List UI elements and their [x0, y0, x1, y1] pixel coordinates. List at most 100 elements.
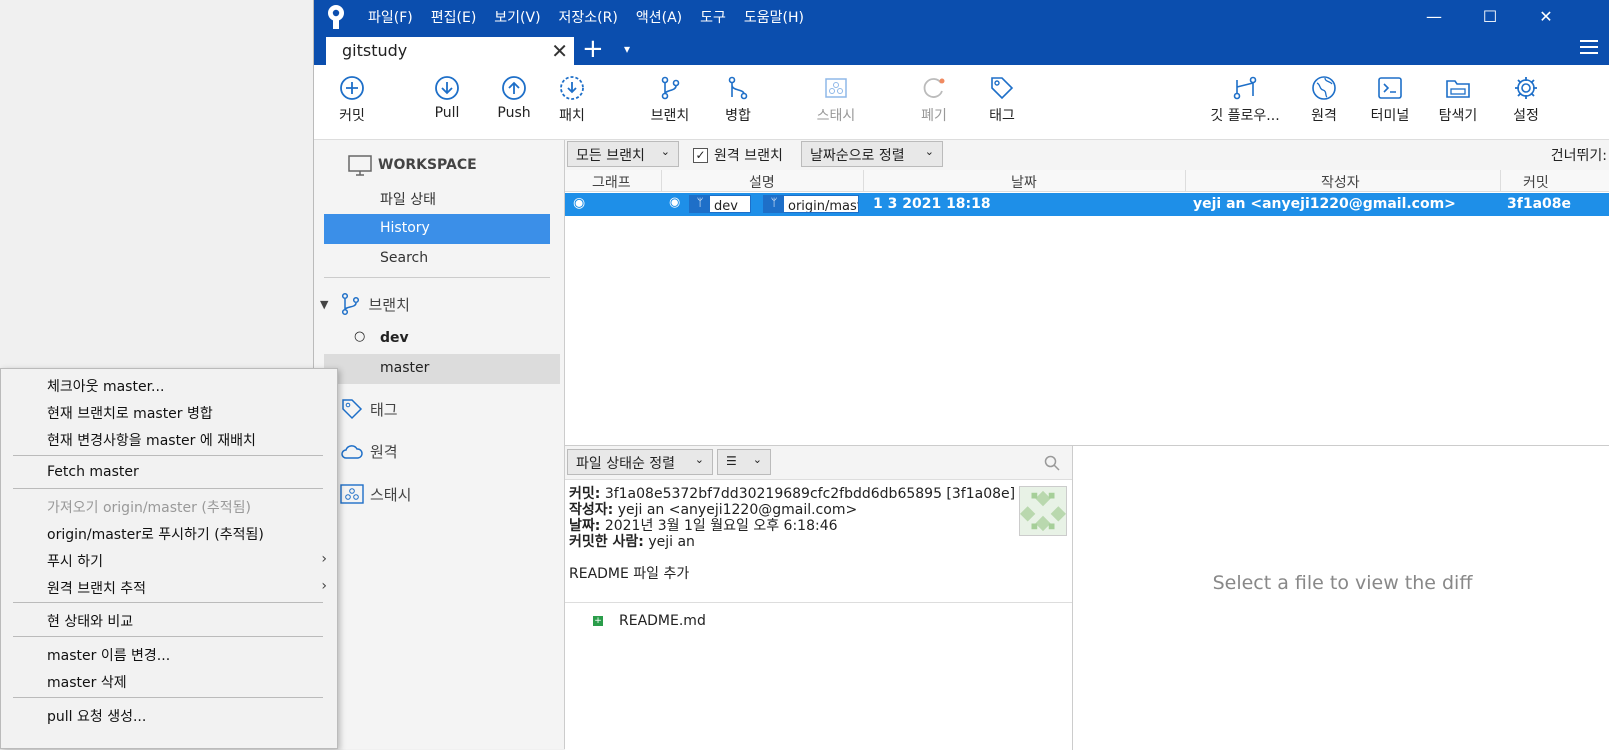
chevron-down-icon: ⌄: [752, 453, 762, 466]
branch-item-master[interactable]: master: [324, 354, 560, 384]
menu-separator: [13, 488, 323, 489]
diff-placeholder: Select a file to view the diff: [1212, 572, 1473, 594]
remote-branches-checkbox[interactable]: ✓ 원격 브랜치: [693, 145, 783, 165]
branch-icon: [661, 76, 680, 100]
commit-table-header: 그래프 설명 날짜 작성자 커밋: [565, 170, 1609, 192]
files-divider: [565, 602, 1072, 603]
close-tab-icon[interactable]: ✕: [551, 39, 568, 63]
branch-button[interactable]: 브랜치: [640, 75, 700, 125]
filter-bar: 모든 브랜치 ⌄ ✓ 원격 브랜치 날짜순으로 정렬 ⌄ 건너뛰기:: [565, 140, 1609, 170]
commit-metadata: 커밋: 3f1a08e5372bf7dd30219689cfc2fbdd6db6…: [569, 486, 1015, 582]
branch-tag-origin-master[interactable]: ᛘ origin/mast: [763, 195, 859, 213]
checkbox-checked-icon: ✓: [693, 147, 708, 163]
column-date[interactable]: 날짜: [1011, 172, 1037, 192]
title-bar: 파일(F) 편집(E) 보기(V) 저장소(R) 액션(A) 도구 도움말(H)…: [314, 0, 1609, 33]
sidebar-item-history[interactable]: History: [324, 214, 550, 244]
remote-label: 원격: [1311, 108, 1337, 124]
menu-tools[interactable]: 도구: [700, 7, 726, 27]
menu-item-delete[interactable]: master 삭제: [47, 672, 127, 692]
file-item-readme[interactable]: + README.md: [593, 613, 706, 629]
gitflow-button[interactable]: 깃 플로우...: [1204, 75, 1286, 125]
close-window-button[interactable]: ✕: [1520, 0, 1572, 33]
menu-item-rebase[interactable]: 현재 변경사항을 master 에 재배치: [47, 430, 256, 450]
head-marker-icon: ◉: [669, 195, 681, 210]
menu-repository[interactable]: 저장소(R): [559, 7, 618, 27]
branch-context-menu: 체크아웃 master... 현재 브랜치로 master 병합 현재 변경사항…: [0, 368, 338, 749]
branches-label: 브랜치: [368, 295, 410, 314]
column-graph[interactable]: 그래프: [592, 172, 631, 192]
skip-label: 건너뛰기:: [1550, 148, 1607, 164]
discard-label: 폐기: [921, 108, 947, 124]
submenu-arrow-icon: ›: [321, 551, 327, 567]
commit-row[interactable]: ◉ ◉ ᛘ dev ᛘ origin/mast 1 3 2021 18:18 y…: [565, 193, 1609, 216]
avatar: [1019, 486, 1067, 536]
column-divider: [1185, 170, 1186, 192]
column-author[interactable]: 작성자: [1321, 172, 1360, 192]
menu-file[interactable]: 파일(F): [368, 7, 413, 27]
sidebar-item-search[interactable]: Search: [324, 244, 550, 274]
sidebar-item-file-status[interactable]: 파일 상태: [324, 183, 550, 213]
tab-bar: gitstudy ✕ + ▾: [314, 33, 1609, 65]
menu-edit[interactable]: 편집(E): [431, 7, 477, 27]
column-commit[interactable]: 커밋: [1523, 172, 1549, 192]
menu-item-push-tracked[interactable]: origin/master로 푸시하기 (추적됨): [47, 524, 264, 544]
menu-item-push[interactable]: 푸시 하기: [47, 551, 103, 571]
commit-author: yeji an <anyeji1220@gmail.com>: [1193, 196, 1456, 212]
pull-label: Pull: [434, 105, 460, 121]
tab-gitstudy[interactable]: gitstudy ✕: [326, 37, 574, 65]
details-area: 파일 상태순 정렬 ⌄ ☰ ⌄ 커밋: 3f1a08e5372bf7dd3021…: [565, 445, 1609, 750]
all-branches-label: 모든 브랜치: [576, 148, 645, 164]
remotes-section[interactable]: 원격: [340, 441, 398, 462]
menu-item-pull-request[interactable]: pull 요청 생성...: [47, 706, 146, 726]
discard-button[interactable]: 폐기: [906, 75, 962, 125]
remote-button[interactable]: 원격: [1296, 75, 1352, 125]
menu-view[interactable]: 보기(V): [494, 7, 540, 27]
details-toolbar: 파일 상태순 정렬 ⌄ ☰ ⌄: [565, 446, 1072, 480]
committer-label: 커밋한 사람:: [569, 534, 644, 550]
menu-actions[interactable]: 액션(A): [636, 7, 682, 27]
branch-item-dev[interactable]: ○ dev: [324, 324, 560, 354]
added-file-icon: +: [593, 616, 603, 626]
menu-item-track-remote[interactable]: 원격 브랜치 추적: [47, 578, 146, 598]
stash-button[interactable]: 스태시: [804, 75, 868, 125]
branches-section[interactable]: ▼ 브랜치: [320, 292, 410, 316]
menu-item-merge[interactable]: 현재 브랜치로 master 병합: [47, 403, 213, 423]
branch-label: 브랜치: [650, 108, 690, 124]
maximize-button[interactable]: ☐: [1464, 0, 1516, 33]
diff-pane: Select a file to view the diff: [1072, 446, 1609, 750]
minimize-button[interactable]: —: [1408, 0, 1460, 33]
terminal-button[interactable]: 터미널: [1360, 75, 1420, 125]
menu-item-compare[interactable]: 현 상태와 비교: [47, 611, 133, 631]
menu-item-pull-tracked[interactable]: 가져오기 origin/master (추적됨): [47, 497, 251, 517]
tab-dropdown-icon[interactable]: ▾: [624, 42, 630, 56]
commit-icon: [340, 76, 364, 100]
search-icon[interactable]: [1044, 455, 1060, 471]
menu-help[interactable]: 도움말(H): [744, 7, 804, 27]
explorer-button[interactable]: 탐색기: [1428, 75, 1488, 125]
workspace-label: WORKSPACE: [378, 157, 477, 173]
stashes-section[interactable]: 스태시: [340, 483, 411, 505]
file-sort-dropdown[interactable]: 파일 상태순 정렬 ⌄: [567, 449, 713, 475]
branch-tag-dev[interactable]: ᛘ dev: [689, 195, 751, 214]
view-mode-dropdown[interactable]: ☰ ⌄: [717, 449, 771, 475]
menu-item-fetch[interactable]: Fetch master: [47, 464, 139, 480]
sort-dropdown[interactable]: 날짜순으로 정렬 ⌄: [801, 141, 943, 167]
push-button[interactable]: Push: [486, 75, 542, 121]
column-description[interactable]: 설명: [749, 172, 775, 192]
pull-button[interactable]: Pull: [419, 75, 475, 121]
all-branches-dropdown[interactable]: 모든 브랜치 ⌄: [567, 141, 679, 167]
patch-button[interactable]: 패치: [544, 75, 600, 125]
commit-date: 1 3 2021 18:18: [873, 196, 991, 212]
monitor-icon: [348, 155, 372, 176]
hamburger-menu-icon[interactable]: [1580, 39, 1598, 55]
new-tab-button[interactable]: +: [582, 35, 604, 63]
merge-button[interactable]: 병합: [710, 75, 766, 125]
remotes-label: 원격: [370, 443, 398, 461]
workspace-header: WORKSPACE: [348, 154, 477, 176]
settings-button[interactable]: 설정: [1498, 75, 1554, 125]
commit-button[interactable]: 커밋: [324, 75, 380, 125]
menu-item-rename[interactable]: master 이름 변경...: [47, 645, 170, 665]
tags-section[interactable]: 태그: [340, 397, 398, 421]
menu-item-checkout[interactable]: 체크아웃 master...: [47, 376, 164, 396]
tag-button[interactable]: 태그: [974, 75, 1030, 125]
